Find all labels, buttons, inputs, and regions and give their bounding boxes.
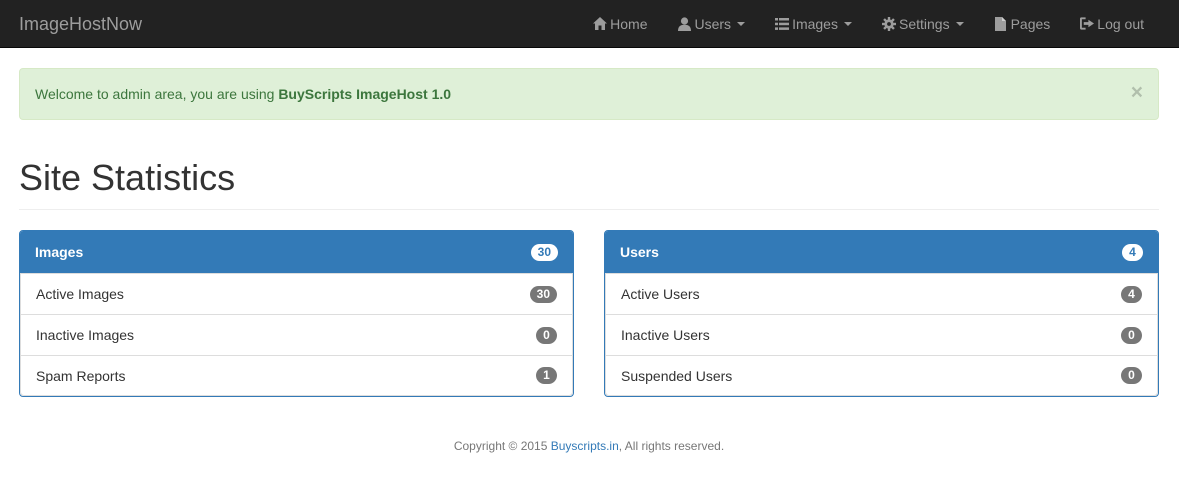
list-item-label: Spam Reports bbox=[36, 367, 126, 384]
footer-link[interactable]: Buyscripts.in bbox=[551, 439, 619, 453]
footer-prefix: Copyright © 2015 bbox=[453, 439, 551, 453]
users-panel-heading: Users 4 bbox=[605, 231, 1158, 273]
images-panel-title: Images bbox=[35, 244, 84, 260]
top-navbar: ImageHostNow Home Users Images Settings … bbox=[0, 0, 1179, 48]
file-icon bbox=[994, 16, 1008, 31]
nav-settings-dropdown[interactable]: Settings bbox=[867, 0, 979, 48]
users-total-badge: 4 bbox=[1122, 243, 1143, 261]
list-item-label: Inactive Users bbox=[621, 327, 710, 343]
footer: Copyright © 2015 Buyscripts.in, All righ… bbox=[19, 439, 1159, 453]
alert-product: BuyScripts ImageHost 1.0 bbox=[278, 86, 452, 102]
count-badge: 0 bbox=[536, 326, 557, 344]
list-item: Inactive Images 0 bbox=[20, 314, 573, 355]
main-container: Welcome to admin area, you are using Buy… bbox=[0, 68, 1179, 453]
nav-home[interactable]: Home bbox=[578, 0, 662, 48]
list-icon bbox=[775, 17, 790, 31]
stats-panels: Images 30 Active Images 30 Inactive Imag… bbox=[19, 230, 1159, 397]
footer-suffix: , All rights reserved. bbox=[618, 439, 725, 453]
count-badge: 30 bbox=[529, 285, 557, 303]
user-icon bbox=[678, 16, 692, 31]
list-item: Spam Reports 1 bbox=[20, 355, 573, 396]
count-badge: 0 bbox=[1121, 326, 1142, 344]
main-nav: Home Users Images Settings Pages Log out bbox=[578, 0, 1159, 48]
list-item: Active Images 30 bbox=[20, 273, 573, 314]
users-panel: Users 4 Active Users 4 Inactive Users 0 … bbox=[604, 230, 1159, 397]
count-badge: 0 bbox=[1121, 367, 1142, 384]
nav-users-dropdown[interactable]: Users bbox=[663, 0, 761, 48]
users-panel-title: Users bbox=[620, 244, 659, 260]
list-item-label: Active Images bbox=[36, 286, 124, 302]
nav-home-label: Home bbox=[610, 15, 648, 32]
nav-users-label: Users bbox=[694, 15, 732, 32]
count-badge: 1 bbox=[536, 367, 557, 384]
list-item: Active Users 4 bbox=[605, 273, 1158, 314]
nav-logout-label: Log out bbox=[1097, 15, 1144, 32]
caret-down-icon bbox=[843, 21, 852, 26]
list-item: Suspended Users 0 bbox=[605, 355, 1158, 396]
alert-text: Welcome to admin area, you are using bbox=[35, 86, 279, 102]
nav-images-label: Images bbox=[792, 15, 838, 32]
close-icon[interactable]: × bbox=[1131, 82, 1143, 103]
images-panel: Images 30 Active Images 30 Inactive Imag… bbox=[19, 230, 574, 397]
alert-message: Welcome to admin area, you are using Buy… bbox=[35, 86, 451, 102]
list-item: Inactive Users 0 bbox=[605, 314, 1158, 355]
nav-pages-label: Pages bbox=[1010, 15, 1051, 32]
nav-logout[interactable]: Log out bbox=[1065, 0, 1159, 48]
nav-settings-label: Settings bbox=[898, 15, 950, 32]
caret-down-icon bbox=[955, 21, 964, 26]
nav-pages[interactable]: Pages bbox=[979, 0, 1066, 48]
logout-icon bbox=[1080, 17, 1095, 31]
home-icon bbox=[593, 17, 608, 31]
caret-down-icon bbox=[737, 21, 746, 26]
page-header: Site Statistics bbox=[19, 158, 1159, 210]
brand-link[interactable]: ImageHostNow bbox=[19, 0, 142, 48]
gear-icon bbox=[881, 16, 896, 31]
nav-images-dropdown[interactable]: Images bbox=[760, 0, 867, 48]
count-badge: 4 bbox=[1121, 285, 1142, 303]
welcome-alert: Welcome to admin area, you are using Buy… bbox=[19, 68, 1159, 120]
images-total-badge: 30 bbox=[530, 243, 558, 261]
list-item-label: Inactive Images bbox=[36, 327, 135, 343]
page-title: Site Statistics bbox=[19, 157, 236, 198]
images-panel-heading: Images 30 bbox=[20, 231, 573, 273]
list-item-label: Suspended Users bbox=[621, 367, 733, 384]
list-item-label: Active Users bbox=[621, 286, 700, 302]
